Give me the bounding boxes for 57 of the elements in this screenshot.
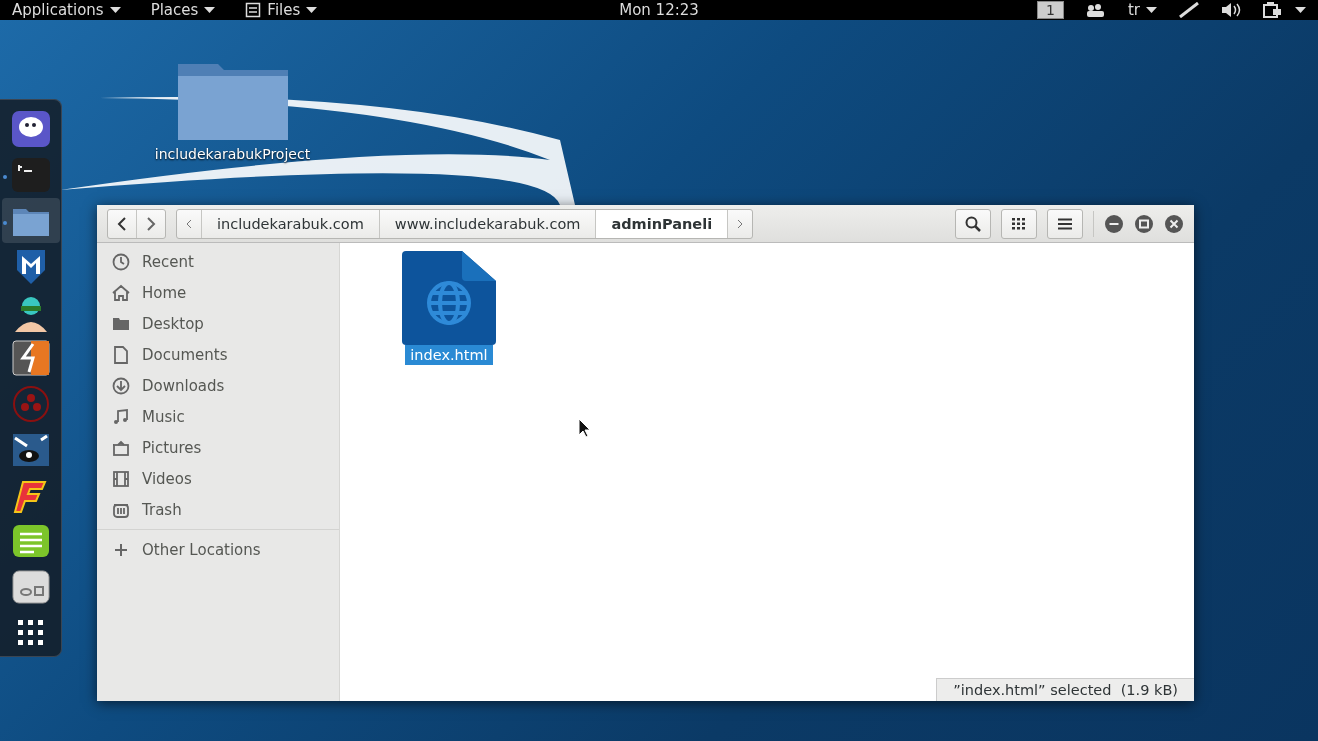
sidebar-item[interactable]: Recent [142,252,194,271]
clock[interactable]: Mon 12:23 [619,1,699,19]
volume-icon[interactable] [1221,2,1241,18]
app-grid-icon[interactable] [15,618,46,648]
caret-icon [306,7,318,13]
search-icon [965,215,981,232]
back-icon [117,216,127,231]
folder-icon[interactable] [175,62,290,140]
wired-network-icon[interactable] [1179,2,1199,18]
battery-icon[interactable] [1263,2,1281,18]
chevron-left-icon [186,218,192,229]
caret-icon [1295,7,1306,13]
file-name[interactable]: index.html [405,345,493,365]
sidebar-item[interactable]: Documents [142,345,228,364]
sidebar-item[interactable]: Pictures [142,438,202,457]
top-menu[interactable]: Applications [12,1,121,19]
three-dots-icon[interactable] [10,383,51,424]
people-icon[interactable] [1085,3,1106,17]
download-icon [112,376,130,395]
caret-icon [109,7,121,13]
sidebar-item[interactable]: Videos [142,469,192,488]
top-menu[interactable]: Places [150,1,216,19]
sidebar-item[interactable]: Other Locations [142,540,261,559]
path-segment[interactable]: adminPaneli [595,209,728,238]
app-menu[interactable]: Files [245,1,318,19]
path-segment[interactable]: includekarabuk.com [201,209,379,238]
sidebar-item[interactable]: Desktop [142,314,204,333]
chevron-right-icon [737,218,744,229]
film-icon [112,469,130,488]
close-button[interactable] [1164,213,1184,234]
caret-icon [1146,7,1157,13]
web-file-icon[interactable] [402,251,496,345]
music-note-icon [112,407,130,426]
sidebar-item[interactable]: Downloads [142,376,225,395]
sidebar-item[interactable]: Trash [142,500,182,519]
forward-icon [146,216,156,231]
status-label: ”index.html” selected (1.9 kB) [936,678,1194,701]
sidebar-item[interactable]: Music [142,407,185,426]
workspace-indicator[interactable]: 1 [1037,1,1064,19]
caret-icon [204,7,216,13]
home-icon [112,283,130,302]
file-cabinet-icon [245,2,262,18]
camera-icon [112,438,130,457]
maximize-button[interactable] [1134,213,1154,234]
clock-icon [112,252,130,271]
menu-button[interactable] [1047,208,1083,239]
keyboard-layout-menu[interactable]: tr [1127,1,1157,19]
folder-label[interactable]: includekarabukProject [150,146,315,162]
mouse-pointer-icon [578,418,592,438]
minimize-button[interactable] [1104,213,1124,234]
grid-icon [1012,217,1026,230]
menu-icon [1058,217,1072,230]
document-icon [112,345,130,364]
search-button[interactable] [955,208,991,239]
bolt-icon[interactable] [10,338,51,379]
grid-view-button[interactable] [1001,208,1037,239]
sidebar-item[interactable]: Home [142,283,187,302]
